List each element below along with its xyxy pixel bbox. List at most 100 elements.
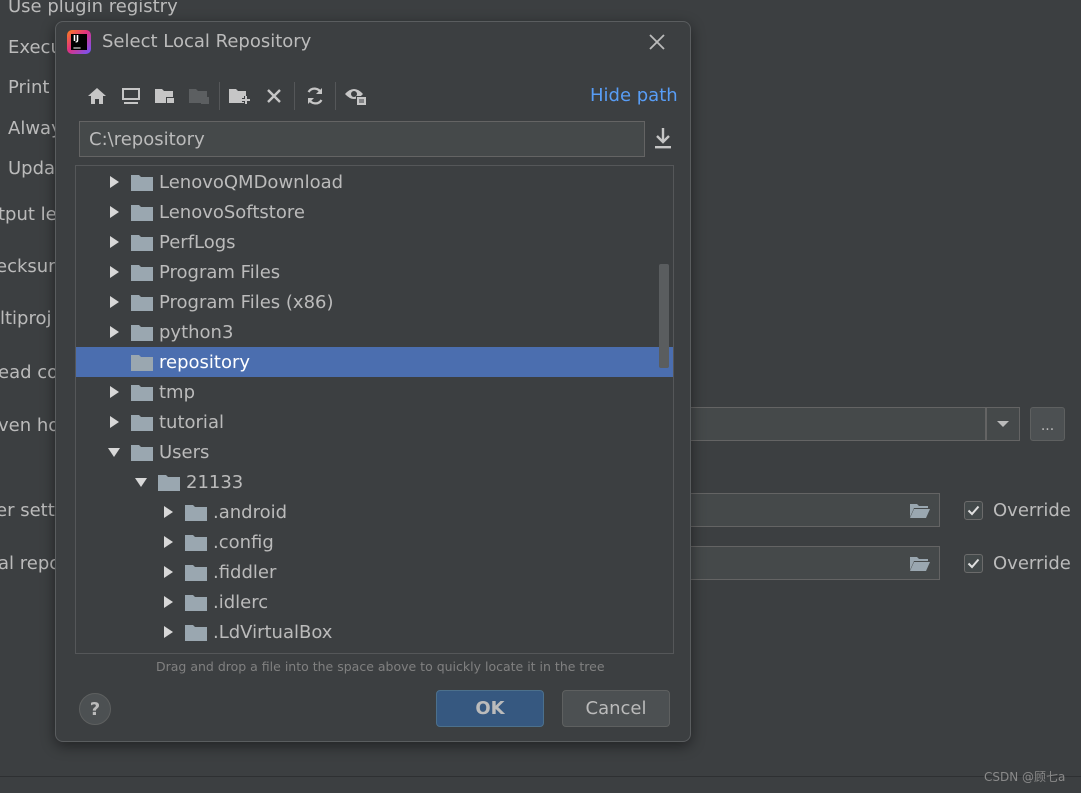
home-button[interactable] (80, 80, 114, 112)
bg-label-local-repository: al repo (0, 553, 61, 574)
collapsed-arrow-icon[interactable] (104, 415, 124, 429)
bg-label-thread-count: ead co (0, 362, 59, 383)
tree-row-label: PerfLogs (159, 231, 236, 253)
collapsed-arrow-icon[interactable] (158, 565, 178, 579)
bg-label-output-level: tput le (0, 204, 57, 225)
tree-row[interactable]: LenovoSoftstore (76, 197, 673, 227)
bg-label-maven-home: ven ho (0, 415, 60, 436)
module-folder-button[interactable] (182, 80, 216, 112)
select-local-repository-dialog: IJ — Select Local Repository Hide path C… (55, 21, 691, 742)
tree-row[interactable]: .config (76, 527, 673, 557)
override-label: Override (993, 500, 1071, 521)
collapsed-arrow-icon[interactable] (158, 595, 178, 609)
tree-row-label: .LdVirtualBox (213, 621, 333, 643)
collapsed-arrow-icon[interactable] (104, 235, 124, 249)
cancel-button[interactable]: Cancel (562, 690, 670, 727)
refresh-button[interactable] (298, 80, 332, 112)
folder-icon (185, 534, 207, 551)
folder-icon (131, 294, 153, 311)
chevron-down-icon (997, 421, 1009, 427)
new-folder-button[interactable] (223, 80, 257, 112)
help-button[interactable]: ? (79, 693, 111, 725)
delete-button[interactable] (257, 80, 291, 112)
collapsed-arrow-icon[interactable] (158, 625, 178, 639)
user-settings-path-field[interactable] (690, 493, 940, 527)
tree-row[interactable]: Program Files (x86) (76, 287, 673, 317)
folder-icon (158, 474, 180, 491)
collapsed-arrow-icon[interactable] (104, 385, 124, 399)
collapsed-arrow-icon[interactable] (104, 265, 124, 279)
folder-icon (131, 444, 153, 461)
path-input[interactable] (79, 121, 645, 157)
collapsed-arrow-icon[interactable] (158, 505, 178, 519)
local-repository-path-field[interactable] (690, 546, 940, 580)
folder-open-icon[interactable] (909, 555, 931, 572)
tree-row[interactable]: Program Files (76, 257, 673, 287)
bg-label-use-plugin-registry: Use plugin registry (8, 0, 178, 17)
checkbox-checked[interactable] (964, 554, 983, 573)
folder-open-icon[interactable] (909, 502, 931, 519)
tree-row-label: repository (159, 351, 251, 373)
check-icon (967, 558, 980, 569)
module-folder-icon (189, 89, 209, 104)
maven-home-browse-button[interactable]: ... (1030, 407, 1065, 441)
close-icon[interactable] (646, 31, 668, 53)
tree-row[interactable]: python3 (76, 317, 673, 347)
override-label: Override (993, 553, 1071, 574)
tree-row-label: .config (213, 531, 274, 553)
check-icon (967, 505, 980, 516)
collapsed-arrow-icon[interactable] (158, 535, 178, 549)
maven-home-dropdown-button[interactable] (986, 407, 1020, 441)
override-user-settings-checkbox[interactable]: Override (964, 500, 1071, 521)
tree-scrollbar[interactable] (659, 264, 669, 368)
home-icon (88, 88, 106, 104)
expanded-arrow-icon[interactable] (104, 445, 124, 459)
tree-row[interactable]: Users (76, 437, 673, 467)
show-hidden-icon (345, 89, 367, 106)
download-icon[interactable] (652, 126, 674, 152)
refresh-icon (307, 87, 323, 105)
tree-row[interactable]: .LdVirtualBox (76, 617, 673, 647)
desktop-button[interactable] (114, 80, 148, 112)
collapsed-arrow-icon[interactable] (104, 295, 124, 309)
dialog-title: Select Local Repository (102, 31, 312, 52)
tree-row[interactable]: repository (76, 347, 673, 377)
desktop-icon (122, 88, 140, 104)
project-folder-icon (155, 89, 175, 104)
expanded-arrow-icon[interactable] (131, 475, 151, 489)
maven-home-combo[interactable] (690, 407, 986, 441)
tree-row-label: .fiddler (213, 561, 277, 583)
dialog-titlebar[interactable]: IJ — Select Local Repository (56, 22, 690, 66)
folder-icon (131, 324, 153, 341)
folder-icon (131, 174, 153, 191)
collapsed-arrow-icon[interactable] (104, 325, 124, 339)
checkbox-checked[interactable] (964, 501, 983, 520)
tree-row-label: Users (159, 441, 210, 463)
drag-drop-hint: Drag and drop a file into the space abov… (156, 659, 605, 674)
hide-path-link[interactable]: Hide path (590, 85, 678, 106)
folder-icon (185, 624, 207, 641)
toolbar-separator (219, 82, 220, 110)
tree-row[interactable]: .fiddler (76, 557, 673, 587)
divider (0, 776, 1081, 777)
tree-row-label: 21133 (186, 471, 244, 493)
collapsed-arrow-icon[interactable] (104, 205, 124, 219)
tree-row-label: .android (213, 501, 288, 523)
ok-button[interactable]: OK (436, 690, 544, 727)
show-hidden-button[interactable] (339, 80, 373, 112)
tree-row[interactable]: tutorial (76, 407, 673, 437)
tree-row[interactable]: LenovoQMDownload (76, 167, 673, 197)
folder-icon (185, 564, 207, 581)
tree-row[interactable]: tmp (76, 377, 673, 407)
file-tree[interactable]: LenovoQMDownload LenovoSoftstore PerfLogs P… (75, 165, 674, 654)
folder-icon (131, 234, 153, 251)
project-folder-button[interactable] (148, 80, 182, 112)
tree-row[interactable]: .android (76, 497, 673, 527)
tree-row[interactable]: PerfLogs (76, 227, 673, 257)
tree-row[interactable]: .idlerc (76, 587, 673, 617)
tree-row-label: python3 (159, 321, 234, 343)
override-local-repository-checkbox[interactable]: Override (964, 553, 1071, 574)
tree-row[interactable]: 21133 (76, 467, 673, 497)
collapsed-arrow-icon[interactable] (104, 175, 124, 189)
watermark: CSDN @顾七a (984, 770, 1066, 784)
